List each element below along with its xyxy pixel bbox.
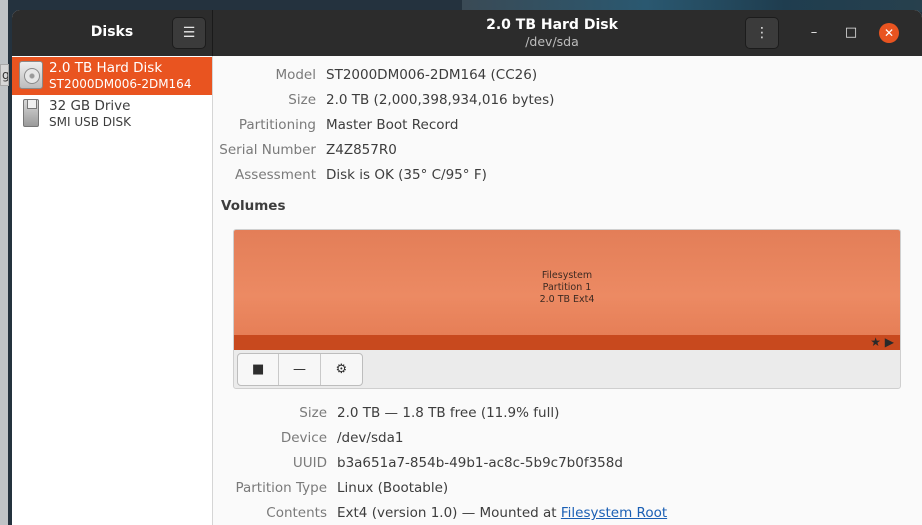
- model-row: Model: [214, 65, 316, 85]
- sidebar-header: Disks ☰: [12, 10, 213, 56]
- volume-toolbar: ■ — ⚙: [237, 353, 363, 386]
- partition-type-label: Partition Type: [235, 480, 327, 496]
- volumes-heading: Volumes: [221, 198, 286, 214]
- background-window-label: g: [0, 64, 9, 86]
- partition-usage-bar: [234, 335, 900, 350]
- partition-label-line3: 2.0 TB Ext4: [539, 294, 595, 305]
- minimize-icon: –: [810, 25, 818, 40]
- model-value: ST2000DM006-2DM164 (CC26): [326, 67, 538, 83]
- filesystem-root-link[interactable]: Filesystem Root: [561, 505, 667, 521]
- close-button[interactable]: ✕: [879, 23, 899, 43]
- partitioning-row: Partitioning: [214, 115, 316, 135]
- contents-value: Ext4 (version 1.0) — Mounted at Filesyst…: [337, 503, 667, 523]
- unmount-button[interactable]: ■: [238, 354, 280, 385]
- usb-drive-icon: [18, 99, 44, 129]
- partition-label-line2: Partition 1: [542, 282, 592, 293]
- close-icon: ✕: [883, 26, 895, 40]
- partition-1-block[interactable]: Filesystem Partition 1 2.0 TB Ext4 ★ ▶: [234, 230, 900, 350]
- partition-label-line1: Filesystem: [541, 270, 593, 281]
- header-bar: Disks ☰ 2.0 TB Hard Disk /dev/sda ⋮ – □ …: [12, 10, 922, 56]
- disk-title-area: 2.0 TB Hard Disk /dev/sda: [372, 16, 732, 50]
- app-menu-button[interactable]: ☰: [172, 17, 206, 49]
- size-label: Size: [288, 92, 316, 108]
- disk-list-sidebar: 2.0 TB Hard Disk ST2000DM006-2DM164 32 G…: [12, 56, 213, 525]
- disk-item-model: ST2000DM006-2DM164: [49, 77, 192, 91]
- disk-details-pane: Model ST2000DM006-2DM164 (CC26) Size 2.0…: [214, 56, 922, 525]
- serial-value: Z4Z857R0: [326, 142, 397, 158]
- disk-item-hard-disk[interactable]: 2.0 TB Hard Disk ST2000DM006-2DM164: [12, 57, 212, 95]
- disk-item-name: 32 GB Drive: [49, 98, 131, 114]
- delete-partition-button[interactable]: —: [279, 354, 321, 385]
- disk-title: 2.0 TB Hard Disk: [486, 17, 618, 33]
- disk-menu-button[interactable]: ⋮: [745, 17, 779, 49]
- minus-icon: —: [293, 362, 307, 377]
- partitioning-label: Partitioning: [238, 117, 316, 133]
- contents-row: Contents: [214, 503, 327, 523]
- device-value: /dev/sda1: [337, 430, 404, 446]
- uuid-row: UUID: [214, 453, 327, 473]
- device-label: Device: [280, 430, 327, 446]
- disk-item-usb-drive[interactable]: 32 GB Drive SMI USB DISK: [12, 95, 212, 133]
- disk-subtitle: /dev/sda: [525, 34, 579, 49]
- assessment-row: Assessment: [214, 165, 316, 185]
- partitioning-value: Master Boot Record: [326, 117, 459, 133]
- partition-type-row: Partition Type: [214, 478, 327, 498]
- gears-icon: ⚙: [335, 362, 348, 377]
- volumes-graph: Filesystem Partition 1 2.0 TB Ext4 ★ ▶ ■…: [233, 229, 901, 389]
- maximize-button[interactable]: □: [841, 23, 861, 43]
- model-label: Model: [275, 67, 316, 83]
- partition-size-value: 2.0 TB — 1.8 TB free (11.9% full): [337, 405, 560, 421]
- assessment-value: Disk is OK (35° C/95° F): [326, 167, 487, 183]
- device-row: Device: [214, 428, 327, 448]
- size-row: Size: [214, 90, 316, 110]
- contents-prefix: Ext4 (version 1.0) — Mounted at: [337, 505, 561, 521]
- minimize-button[interactable]: –: [804, 23, 824, 43]
- maximize-icon: □: [844, 25, 858, 40]
- disks-window: Disks ☰ 2.0 TB Hard Disk /dev/sda ⋮ – □ …: [12, 10, 922, 525]
- mounted-bootable-icons: ★ ▶: [870, 335, 894, 349]
- contents-label: Contents: [266, 505, 327, 521]
- partition-size-label: Size: [299, 405, 327, 421]
- stop-icon: ■: [252, 362, 265, 377]
- serial-row: Serial Number: [214, 140, 316, 160]
- partition-size-row: Size: [214, 403, 327, 423]
- disk-item-name: 2.0 TB Hard Disk: [49, 60, 163, 76]
- uuid-value: b3a651a7-854b-49b1-ac8c-5b9c7b0f358d: [337, 455, 623, 471]
- partition-type-value: Linux (Bootable): [337, 480, 449, 496]
- assessment-label: Assessment: [235, 167, 316, 183]
- disk-item-model: SMI USB DISK: [49, 115, 132, 129]
- size-value: 2.0 TB (2,000,398,934,016 bytes): [326, 92, 555, 108]
- partition-label: Filesystem Partition 1 2.0 TB Ext4: [234, 270, 900, 306]
- hamburger-menu-icon: ☰: [182, 25, 196, 41]
- serial-label: Serial Number: [219, 142, 316, 158]
- uuid-label: UUID: [292, 455, 327, 471]
- hard-disk-icon: [18, 61, 44, 91]
- more-actions-button[interactable]: ⚙: [321, 354, 362, 385]
- vertical-dots-icon: ⋮: [755, 25, 769, 41]
